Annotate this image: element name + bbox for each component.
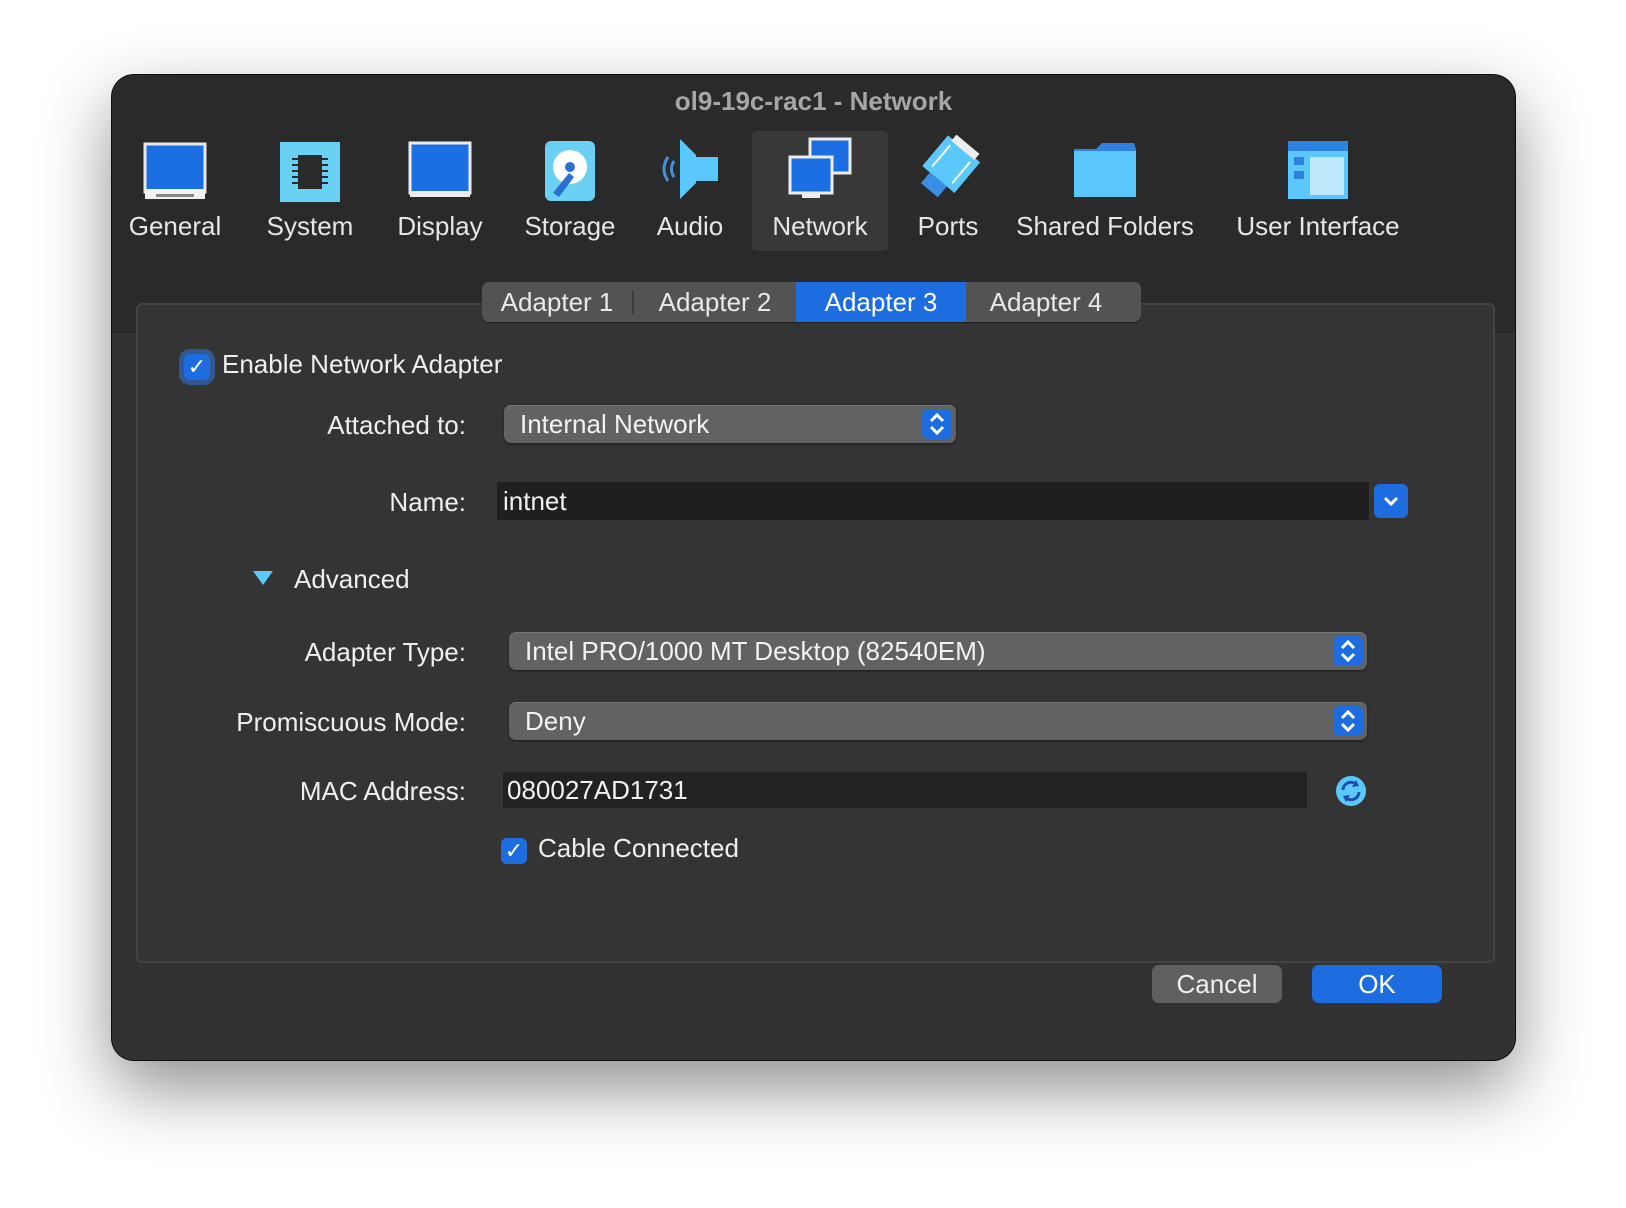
- user-interface-icon: [1288, 141, 1348, 199]
- attached-to-select[interactable]: Internal Network: [504, 405, 956, 443]
- tab-adapter-3[interactable]: Adapter 3: [796, 282, 966, 322]
- system-chip-icon: [280, 142, 340, 202]
- cable-connected-label: Cable Connected: [538, 833, 739, 863]
- tab-adapter-1[interactable]: Adapter 1: [482, 282, 632, 322]
- disclosure-triangle-icon[interactable]: [252, 570, 274, 586]
- attached-to-label: Attached to:: [327, 410, 466, 440]
- toolbar-label: General: [128, 211, 222, 241]
- toolbar-item-network[interactable]: Network: [752, 131, 888, 251]
- network-icon: [788, 137, 852, 198]
- toolbar-label: Ports: [917, 211, 979, 241]
- name-label: Name:: [389, 487, 466, 517]
- storage-disk-icon: [545, 141, 595, 201]
- toolbar-label: Network: [772, 211, 868, 241]
- adapter-type-select[interactable]: Intel PRO/1000 MT Desktop (82540EM): [509, 632, 1367, 670]
- display-monitor-icon: [408, 141, 472, 197]
- adapter-type-label: Adapter Type:: [304, 637, 466, 667]
- cancel-button[interactable]: Cancel: [1152, 965, 1282, 1003]
- mac-address-input[interactable]: 080027AD1731: [503, 772, 1307, 808]
- select-stepper-icon: [1333, 636, 1363, 666]
- general-icon: [143, 142, 207, 199]
- adapter-type-value: Intel PRO/1000 MT Desktop (82540EM): [525, 636, 986, 666]
- select-stepper-icon: [922, 409, 952, 439]
- promiscuous-mode-value: Deny: [525, 706, 586, 736]
- cable-connected-checkbox[interactable]: ✓: [501, 838, 527, 864]
- select-stepper-icon: [1333, 706, 1363, 736]
- name-combobox-input[interactable]: intnet: [497, 482, 1369, 520]
- tab-adapter-2[interactable]: Adapter 2: [634, 282, 796, 322]
- toolbar-label: Audio: [656, 211, 724, 241]
- enable-adapter-label: Enable Network Adapter: [222, 349, 503, 379]
- advanced-toggle-label[interactable]: Advanced: [294, 564, 410, 595]
- mac-address-label: MAC Address:: [299, 776, 466, 806]
- promiscuous-mode-label: Promiscuous Mode:: [236, 707, 466, 737]
- settings-dialog: ol9-19c-rac1 - Network General System Di…: [112, 75, 1515, 1060]
- ok-button[interactable]: OK: [1312, 965, 1442, 1003]
- refresh-mac-icon[interactable]: [1334, 774, 1368, 808]
- toolbar-label: Display: [397, 211, 483, 241]
- window-title: ol9-19c-rac1 - Network: [112, 75, 1515, 131]
- toolbar-label: Shared Folders: [1016, 211, 1194, 241]
- toolbar-label: System: [266, 211, 354, 241]
- chevron-down-icon[interactable]: [1374, 484, 1408, 518]
- ports-plug-icon: [920, 135, 981, 198]
- toolbar-label: User Interface: [1236, 211, 1400, 241]
- shared-folder-icon: [1074, 143, 1136, 197]
- adapter-tabs: Adapter 1 Adapter 2 Adapter 3 Adapter 4: [482, 282, 1141, 322]
- attached-to-value: Internal Network: [520, 409, 710, 439]
- toolbar-label: Storage: [524, 211, 616, 241]
- enable-adapter-checkbox[interactable]: ✓: [184, 354, 210, 380]
- promiscuous-mode-select[interactable]: Deny: [509, 702, 1367, 740]
- tab-adapter-4[interactable]: Adapter 4: [966, 282, 1126, 322]
- audio-speaker-icon: [662, 139, 718, 199]
